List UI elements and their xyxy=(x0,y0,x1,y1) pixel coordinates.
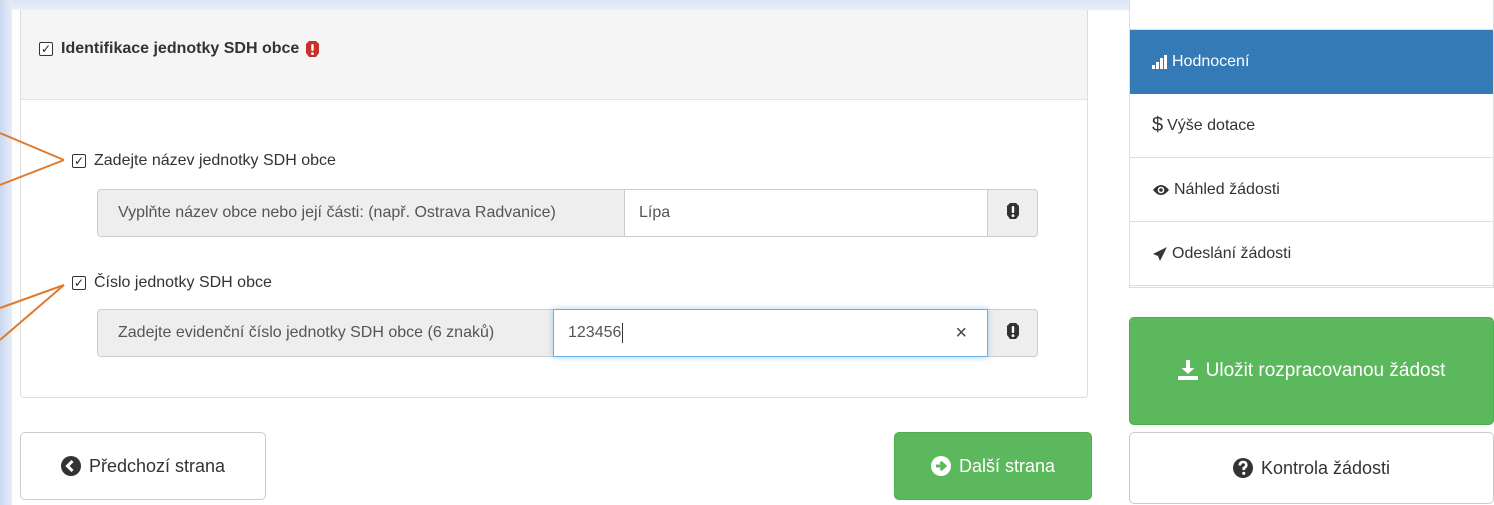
check-application-label: Kontrola žádosti xyxy=(1260,457,1391,478)
nav-item-odeslani-zadosti[interactable]: Odeslání žádosti xyxy=(1130,222,1493,286)
callout-line xyxy=(0,284,65,309)
callout-arrows xyxy=(0,132,65,341)
send-icon xyxy=(1152,246,1168,262)
previous-page-label: Předchozí strana xyxy=(88,455,226,476)
exclamation-icon xyxy=(1006,202,1020,225)
field-name-label-row: ✓ Zadejte název jednotky SDH obce xyxy=(72,152,336,170)
nav-item-hodnoceni[interactable]: Hodnocení xyxy=(1130,30,1493,94)
field-name-label: Zadejte název jednotky SDH obce xyxy=(94,152,336,169)
next-page-button[interactable]: Další strana xyxy=(894,432,1092,500)
nav-item-vyse-dotace[interactable]: $ Výše dotace xyxy=(1130,94,1493,158)
municipality-name-input[interactable]: Lípa xyxy=(624,189,988,237)
nav-item-label: Náhled žádosti xyxy=(1174,180,1280,198)
eye-icon xyxy=(1152,183,1170,197)
signal-icon xyxy=(1152,54,1168,69)
callout-line xyxy=(0,132,65,161)
save-draft-button[interactable]: Uložit rozpracovanou žádost xyxy=(1129,317,1494,425)
municipality-name-value: Lípa xyxy=(639,204,671,221)
field-number-input-group: Zadejte evidenční číslo jednotky SDH obc… xyxy=(97,309,1038,357)
unit-number-input[interactable]: 123456 × xyxy=(553,309,988,357)
field-number-label: Číslo jednotky SDH obce xyxy=(94,274,272,291)
panel-heading: ✓ Identifikace jednotky SDH obce xyxy=(21,10,1087,100)
field-name-help-addon[interactable] xyxy=(988,189,1038,237)
next-page-label: Další strana xyxy=(958,455,1056,476)
arrow-right-circle-icon xyxy=(930,456,951,476)
nav-item-partial[interactable] xyxy=(1130,0,1493,30)
exclamation-icon xyxy=(1006,322,1020,345)
dollar-icon: $ xyxy=(1152,114,1164,136)
callout-line xyxy=(0,159,65,186)
previous-page-button[interactable]: Předchozí strana xyxy=(20,432,266,500)
exclamation-circle-icon xyxy=(305,40,320,58)
download-icon xyxy=(1177,360,1198,380)
clear-input-icon[interactable]: × xyxy=(955,322,967,345)
question-circle-icon xyxy=(1232,458,1253,478)
side-navigation: Hodnocení $ Výše dotace Náhled žádosti O… xyxy=(1129,0,1494,288)
field-number-addon: Zadejte evidenční číslo jednotky SDH obc… xyxy=(97,309,553,357)
field-name-input-group: Vyplňte název obce nebo její části: (nap… xyxy=(97,189,1038,237)
callout-line xyxy=(0,284,65,341)
nav-item-label: Výše dotace xyxy=(1167,116,1256,134)
save-draft-label: Uložit rozpracovanou žádost xyxy=(1205,360,1446,381)
nav-item-nahled-zadosti[interactable]: Náhled žádosti xyxy=(1130,158,1493,222)
unit-number-value: 123456 xyxy=(568,324,622,341)
field-name-addon: Vyplňte název obce nebo její části: (nap… xyxy=(97,189,624,237)
text-caret xyxy=(622,323,624,343)
field-number-label-row: ✓ Číslo jednotky SDH obce xyxy=(72,274,272,292)
check-application-button[interactable]: Kontrola žádosti xyxy=(1129,432,1494,504)
nav-item-label: Hodnocení xyxy=(1172,52,1250,70)
field-number-help-addon[interactable] xyxy=(988,309,1038,357)
chevron-left-circle-icon xyxy=(60,456,81,476)
nav-item-label: Odeslání žádosti xyxy=(1172,244,1292,262)
